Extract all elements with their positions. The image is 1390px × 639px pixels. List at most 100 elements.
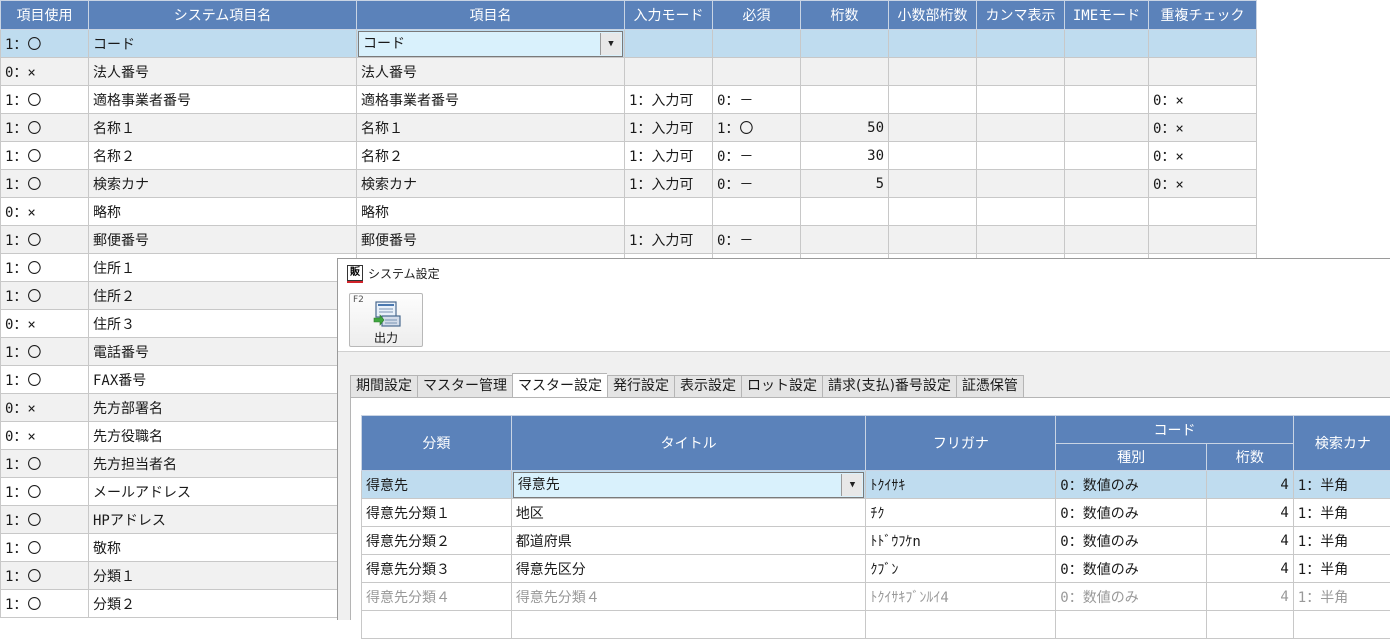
table-cell[interactable] — [362, 611, 512, 639]
table-cell[interactable] — [866, 611, 1056, 639]
table-cell[interactable] — [1065, 86, 1149, 114]
table-cell[interactable] — [977, 226, 1065, 254]
table-cell[interactable]: 得意先▼ — [511, 471, 866, 499]
table-cell[interactable]: ﾄｸｲｻｷﾌﾞﾝﾙｲ4 — [866, 583, 1056, 611]
table-cell[interactable]: 1：〇 — [1, 114, 89, 142]
table-cell[interactable]: 0：数値のみ — [1056, 471, 1207, 499]
table-cell[interactable]: 1：〇 — [1, 254, 89, 282]
table-cell[interactable] — [889, 86, 977, 114]
table-cell[interactable]: 0：数値のみ — [1056, 527, 1207, 555]
table-cell[interactable] — [801, 58, 889, 86]
table-cell[interactable] — [889, 30, 977, 58]
col-header-search-kana[interactable]: 検索カナ — [1293, 416, 1390, 471]
col-header-category[interactable]: 分類 — [362, 416, 512, 471]
table-cell[interactable]: 30 — [801, 142, 889, 170]
table-cell[interactable] — [977, 198, 1065, 226]
table-cell[interactable]: 4 — [1206, 527, 1293, 555]
window-titlebar[interactable]: 販 システム設定 — [338, 259, 1390, 287]
table-cell[interactable] — [1056, 611, 1207, 639]
table-cell[interactable]: 0：× — [1149, 86, 1257, 114]
table-cell[interactable]: 適格事業者番号 — [89, 86, 357, 114]
table-cell[interactable]: 1：半角 — [1293, 527, 1390, 555]
col-header-title[interactable]: タイトル — [511, 416, 866, 471]
table-cell[interactable]: 1：入力可 — [625, 114, 713, 142]
table-cell[interactable]: 名称１ — [357, 114, 625, 142]
col-header-ime-mode[interactable]: IMEモード — [1065, 1, 1149, 30]
table-cell[interactable]: 1：〇 — [1, 86, 89, 114]
table-cell[interactable] — [889, 114, 977, 142]
table-cell[interactable]: 分類２ — [89, 590, 357, 618]
tab-display-settings[interactable]: 表示設定 — [674, 375, 741, 398]
table-cell[interactable]: 1：入力可 — [625, 170, 713, 198]
table-cell[interactable]: 0：－ — [713, 226, 801, 254]
table-cell[interactable]: 得意先分類１ — [362, 499, 512, 527]
table-cell[interactable]: 0：数値のみ — [1056, 555, 1207, 583]
table-cell[interactable]: 1：半角 — [1293, 583, 1390, 611]
table-cell[interactable]: 0：－ — [713, 142, 801, 170]
table-cell[interactable]: 4 — [1206, 555, 1293, 583]
table-row[interactable]: 1：〇名称２名称２1：入力可0：－300：× — [1, 142, 1257, 170]
table-cell[interactable] — [1149, 198, 1257, 226]
table-cell[interactable]: 1：〇 — [1, 30, 89, 58]
table-cell[interactable]: 0：× — [1149, 170, 1257, 198]
table-cell[interactable]: 略称 — [357, 198, 625, 226]
table-cell[interactable]: 住所２ — [89, 282, 357, 310]
table-cell[interactable] — [713, 30, 801, 58]
table-cell[interactable]: 郵便番号 — [357, 226, 625, 254]
table-cell[interactable]: 0：× — [1, 58, 89, 86]
table-cell[interactable] — [801, 86, 889, 114]
table-cell[interactable] — [1149, 58, 1257, 86]
table-row[interactable]: 得意先分類４得意先分類４ﾄｸｲｻｷﾌﾞﾝﾙｲ40：数値のみ41：半角 — [362, 583, 1390, 611]
table-cell[interactable] — [889, 58, 977, 86]
col-header-required[interactable]: 必須 — [713, 1, 801, 30]
table-cell[interactable]: 4 — [1206, 583, 1293, 611]
table-cell[interactable]: 1：〇 — [1, 282, 89, 310]
table-cell[interactable] — [1149, 30, 1257, 58]
table-cell[interactable]: 名称２ — [357, 142, 625, 170]
table-cell[interactable]: 0：× — [1, 422, 89, 450]
tab-voucher-storage[interactable]: 証憑保管 — [956, 375, 1024, 398]
table-cell[interactable]: 先方役職名 — [89, 422, 357, 450]
col-header-furigana[interactable]: フリガナ — [866, 416, 1056, 471]
table-cell[interactable]: 1：〇 — [1, 170, 89, 198]
table-cell[interactable] — [511, 611, 866, 639]
table-cell[interactable]: コード▼ — [357, 30, 625, 58]
table-cell[interactable]: 郵便番号 — [89, 226, 357, 254]
table-cell[interactable]: 1：〇 — [1, 366, 89, 394]
table-cell[interactable]: 0：－ — [713, 86, 801, 114]
table-cell[interactable]: 0：× — [1, 310, 89, 338]
table-cell[interactable]: 1：〇 — [1, 534, 89, 562]
table-cell[interactable]: 1：半角 — [1293, 555, 1390, 583]
table-cell[interactable]: 1：半角 — [1293, 499, 1390, 527]
col-header-digits[interactable]: 桁数 — [801, 1, 889, 30]
table-cell[interactable]: 5 — [801, 170, 889, 198]
chevron-down-icon[interactable]: ▼ — [841, 474, 862, 496]
item-name-combobox[interactable]: コード▼ — [358, 31, 623, 57]
table-cell[interactable]: 適格事業者番号 — [357, 86, 625, 114]
chevron-down-icon[interactable]: ▼ — [600, 33, 621, 55]
table-cell[interactable] — [977, 58, 1065, 86]
table-cell[interactable]: 50 — [801, 114, 889, 142]
col-header-input-mode[interactable]: 入力モード — [625, 1, 713, 30]
table-cell[interactable] — [889, 226, 977, 254]
tab-master-management[interactable]: マスター管理 — [417, 375, 512, 398]
table-cell[interactable]: 住所３ — [89, 310, 357, 338]
table-cell[interactable] — [625, 30, 713, 58]
table-cell[interactable] — [713, 58, 801, 86]
table-cell[interactable]: ｸﾌﾞﾝ — [866, 555, 1056, 583]
table-cell[interactable] — [801, 30, 889, 58]
table-cell[interactable]: 得意先分類３ — [362, 555, 512, 583]
col-header-item-name[interactable]: 項目名 — [357, 1, 625, 30]
table-cell[interactable]: 得意先区分 — [511, 555, 866, 583]
table-cell[interactable]: 都道府県 — [511, 527, 866, 555]
table-cell[interactable]: 1：〇 — [1, 590, 89, 618]
col-header-decimal-digits[interactable]: 小数部桁数 — [889, 1, 977, 30]
table-cell[interactable] — [889, 198, 977, 226]
table-cell[interactable]: 先方部署名 — [89, 394, 357, 422]
table-row[interactable]: 得意先分類１地区ﾁｸ0：数値のみ41：半角 — [362, 499, 1390, 527]
table-cell[interactable]: ﾁｸ — [866, 499, 1056, 527]
col-header-code-type[interactable]: 種別 — [1056, 444, 1207, 471]
table-cell[interactable]: 1：入力可 — [625, 86, 713, 114]
table-cell[interactable] — [1065, 198, 1149, 226]
table-cell[interactable] — [1293, 611, 1390, 639]
